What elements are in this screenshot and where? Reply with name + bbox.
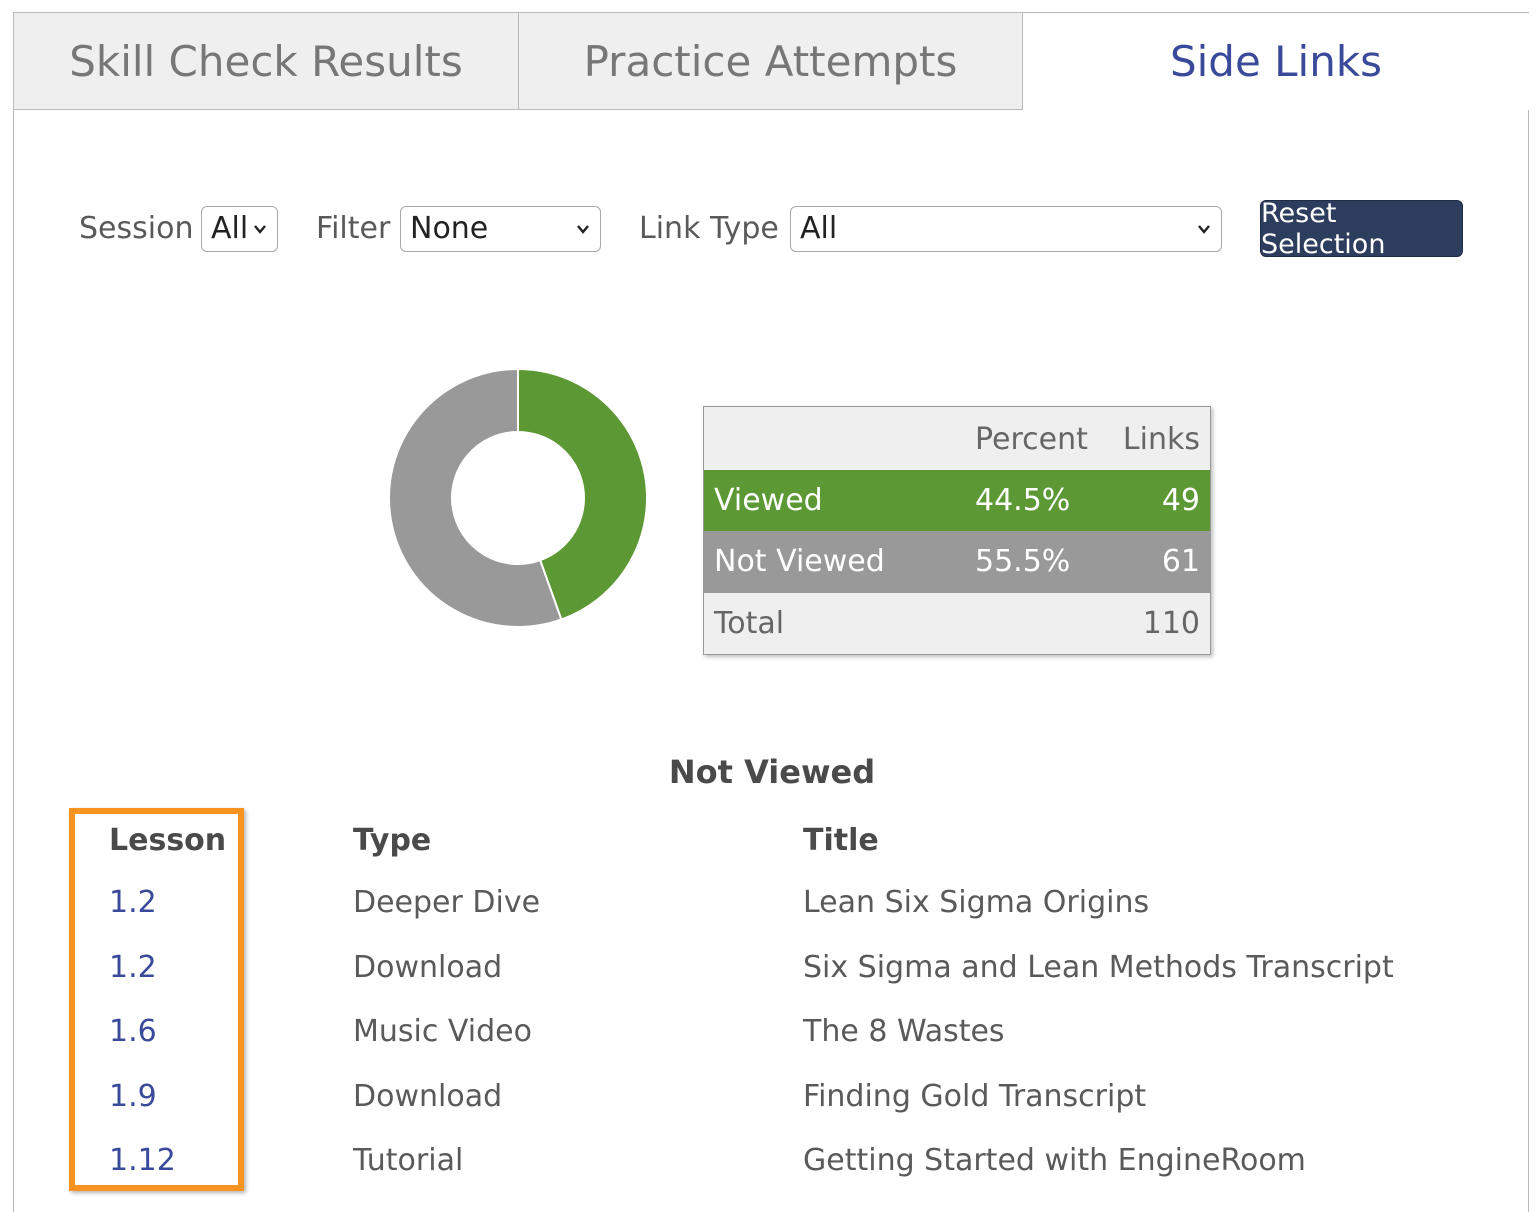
percent-header: Percent: [975, 422, 1088, 457]
chevron-down-icon: [577, 225, 589, 234]
summary-percent: 44.5%: [975, 483, 1071, 518]
row-type: Tutorial: [353, 1143, 464, 1178]
row-type: Music Video: [353, 1014, 532, 1049]
title-column-header: Title: [803, 823, 879, 858]
lesson-link[interactable]: 1.2: [109, 885, 157, 920]
summary-row-viewed[interactable]: Viewed 44.5% 49: [704, 470, 1210, 531]
tab-side-links[interactable]: Side Links: [1023, 13, 1529, 110]
row-type: Download: [353, 1079, 503, 1114]
lesson-column-header: Lesson: [109, 823, 227, 858]
lesson-link[interactable]: 1.2: [109, 950, 157, 985]
row-type: Deeper Dive: [353, 885, 541, 920]
row-title: Getting Started with EngineRoom: [803, 1143, 1306, 1178]
lesson-link[interactable]: 1.6: [109, 1014, 157, 1049]
filter-select[interactable]: None: [400, 206, 601, 252]
session-value: All: [211, 211, 249, 246]
type-column-header: Type: [353, 823, 432, 858]
side-links-panel: Skill Check Results Practice Attempts Si…: [13, 12, 1529, 1212]
summary-row-total: Total 110: [704, 593, 1210, 654]
lesson-column-highlight: [69, 808, 244, 1191]
tab-bar: Skill Check Results Practice Attempts Si…: [14, 13, 1529, 110]
row-title: Lean Six Sigma Origins: [803, 885, 1150, 920]
summary-row-not-viewed[interactable]: Not Viewed 55.5% 61: [704, 531, 1210, 593]
filter-value: None: [410, 211, 489, 246]
total-links: 110: [1142, 606, 1200, 641]
link-type-label: Link Type: [639, 211, 779, 246]
link-type-value: All: [800, 211, 838, 246]
row-title: Six Sigma and Lean Methods Transcript: [803, 950, 1394, 985]
summary-label: Not Viewed: [714, 544, 885, 579]
tab-skill-check-results[interactable]: Skill Check Results: [14, 13, 519, 110]
lesson-link[interactable]: 1.9: [109, 1079, 157, 1114]
chevron-down-icon: [254, 225, 266, 234]
summary-header-row: Percent Links: [704, 409, 1210, 470]
reset-selection-button[interactable]: Reset Selection: [1260, 198, 1463, 260]
link-type-select[interactable]: All: [790, 206, 1222, 252]
row-title: The 8 Wastes: [803, 1014, 1005, 1049]
viewed-donut-chart: [388, 367, 648, 628]
chevron-down-icon: [1198, 225, 1210, 234]
session-select[interactable]: All: [201, 206, 278, 252]
total-label: Total: [714, 606, 785, 641]
row-title: Finding Gold Transcript: [803, 1079, 1147, 1114]
section-title: Not Viewed: [668, 753, 876, 791]
lesson-link[interactable]: 1.12: [109, 1143, 176, 1178]
links-header: Links: [1122, 422, 1200, 457]
summary-label: Viewed: [714, 483, 823, 518]
session-label: Session: [79, 211, 194, 246]
filter-label: Filter: [316, 211, 391, 246]
summary-table: Percent Links Viewed 44.5% 49 Not Viewed…: [703, 406, 1211, 655]
summary-links: 61: [1161, 544, 1200, 579]
summary-percent: 55.5%: [975, 544, 1071, 579]
tab-practice-attempts[interactable]: Practice Attempts: [519, 13, 1023, 110]
summary-links: 49: [1161, 483, 1200, 518]
row-type: Download: [353, 950, 503, 985]
